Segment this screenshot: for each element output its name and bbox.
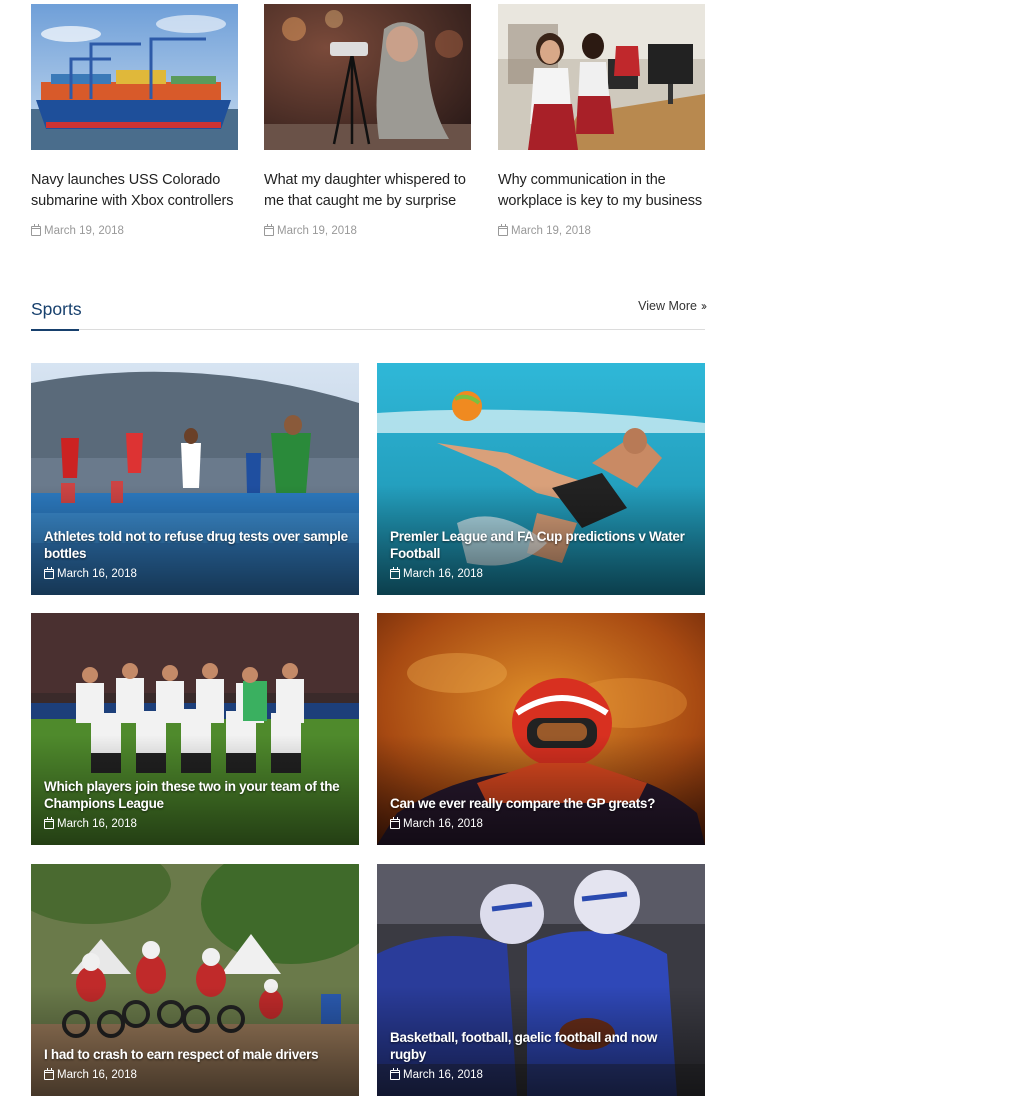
article-date: March 19, 2018 [31,224,238,237]
calendar-icon [44,567,54,579]
article-card[interactable]: Navy launches USS Colorado submarine wit… [31,4,238,237]
date-text: March 16, 2018 [403,568,483,580]
sport-card[interactable]: Athletes told not to refuse drug tests o… [31,363,359,595]
article-thumbnail[interactable] [264,4,471,150]
sport-card[interactable]: Basketball, football, gaelic football an… [377,864,705,1096]
sport-caption: Can we ever really compare the GP greats… [390,795,695,830]
date-text: March 16, 2018 [403,818,483,830]
sport-title[interactable]: Can we ever really compare the GP greats… [390,795,695,812]
double-chevron-right-icon: ›› [701,299,707,313]
sport-date: March 16, 2018 [44,567,349,580]
calendar-icon [44,817,54,829]
sport-title[interactable]: Athletes told not to refuse drug tests o… [44,528,349,562]
top-articles: Navy launches USS Colorado submarine wit… [31,4,705,264]
date-text: March 16, 2018 [57,818,137,830]
article-date: March 19, 2018 [264,224,471,237]
calendar-icon [44,1068,54,1080]
calendar-icon [31,224,41,236]
sport-card[interactable]: Which players join these two in your tea… [31,613,359,845]
article-thumbnail[interactable] [31,4,238,150]
sport-caption: I had to crash to earn respect of male d… [44,1046,349,1081]
sports-section-header: Sports View More ›› [31,293,707,331]
article-title[interactable]: Navy launches USS Colorado submarine wit… [31,170,238,211]
calendar-icon [390,567,400,579]
date-text: March 16, 2018 [57,1069,137,1081]
sport-title[interactable]: Which players join these two in your tea… [44,778,349,812]
calendar-icon [498,224,508,236]
sport-title[interactable]: Premler League and FA Cup predictions v … [390,528,695,562]
date-text: March 16, 2018 [57,568,137,580]
sport-caption: Athletes told not to refuse drug tests o… [44,528,349,580]
sport-date: March 16, 2018 [44,817,349,830]
article-date: March 19, 2018 [498,224,705,237]
sport-caption: Basketball, football, gaelic football an… [390,1029,695,1081]
sport-card[interactable]: Can we ever really compare the GP greats… [377,613,705,845]
section-title-underline [31,329,79,331]
article-card[interactable]: Why communication in the workplace is ke… [498,4,705,237]
date-text: March 19, 2018 [511,225,591,237]
sport-date: March 16, 2018 [44,1068,349,1081]
date-text: March 16, 2018 [403,1069,483,1081]
sport-caption: Which players join these two in your tea… [44,778,349,830]
article-title[interactable]: Why communication in the workplace is ke… [498,170,705,211]
article-thumbnail[interactable] [498,4,705,150]
sport-card[interactable]: I had to crash to earn respect of male d… [31,864,359,1096]
sport-card[interactable]: Premler League and FA Cup predictions v … [377,363,705,595]
article-card[interactable]: What my daughter whispered to me that ca… [264,4,471,237]
view-more-link[interactable]: View More ›› [638,299,707,313]
calendar-icon [264,224,274,236]
view-more-label: View More [638,299,697,313]
calendar-icon [390,1068,400,1080]
sport-date: March 16, 2018 [390,817,695,830]
sport-title[interactable]: Basketball, football, gaelic football an… [390,1029,695,1063]
sport-caption: Premler League and FA Cup predictions v … [390,528,695,580]
section-title: Sports [31,299,82,319]
date-text: March 19, 2018 [277,225,357,237]
calendar-icon [390,817,400,829]
sport-title[interactable]: I had to crash to earn respect of male d… [44,1046,349,1063]
article-title[interactable]: What my daughter whispered to me that ca… [264,170,471,211]
sport-date: March 16, 2018 [390,1068,695,1081]
date-text: March 19, 2018 [44,225,124,237]
sport-date: March 16, 2018 [390,567,695,580]
